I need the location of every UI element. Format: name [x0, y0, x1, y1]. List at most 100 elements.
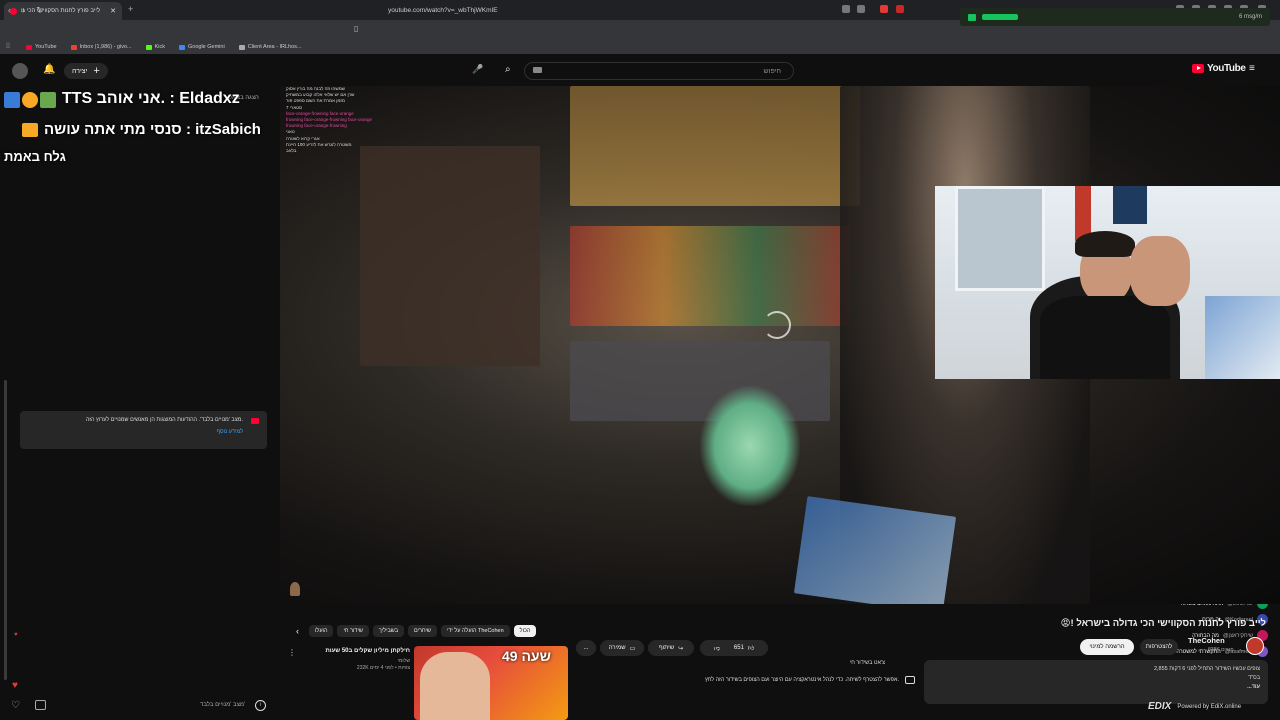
badge-row: [4, 92, 60, 108]
live-chat-panel: [0, 86, 280, 720]
related-video-title[interactable]: חילקתן מיליון שקלים ב50 שעות: [296, 648, 410, 654]
apps-grid-icon[interactable]: ⁞⁞: [6, 43, 10, 50]
chat-input-bar: ♡ מצב 'מנויים בלבד' i: [0, 694, 280, 720]
bed-sheet: [1205, 296, 1280, 379]
video-title: לייב פורץ לחנות הסקווישי הכי גדולה בישרא…: [1060, 618, 1266, 629]
notifications-bell-icon[interactable]: 🔔: [43, 64, 55, 75]
cast-icon[interactable]: [857, 5, 865, 13]
streamer-shirt: [1040, 296, 1170, 379]
loading-spinner-icon: [763, 311, 791, 339]
new-tab-icon[interactable]: +: [128, 4, 133, 14]
save-button[interactable]: שמירה ▭: [600, 640, 644, 656]
floating-heart-icon: ♥: [12, 680, 18, 691]
live-chat-notice: צ'אט בשידור חי אפשר להצטרף לשיחה. כדי לנ…: [580, 660, 915, 684]
info-icon[interactable]: i: [255, 700, 266, 711]
like-icon[interactable]: 👍︎: [748, 644, 754, 652]
highlight-message-2: סנסי מתי אתה עושה : itzSabich: [44, 121, 261, 138]
shelf-products: [570, 226, 850, 326]
related-video-thumbnail[interactable]: 49 שעה: [414, 646, 568, 720]
emote-icon: [40, 92, 56, 108]
extension-shield-icon[interactable]: [880, 5, 888, 13]
youtube-favicon-icon: [10, 7, 17, 15]
tab-close-icon[interactable]: ✕: [110, 7, 116, 15]
streamer-hair: [1075, 231, 1135, 257]
youtube-play-icon: [1192, 64, 1204, 73]
channel-name[interactable]: TheCohen: [1188, 636, 1225, 645]
more-actions-button[interactable]: ...: [576, 640, 596, 656]
youtube-logo[interactable]: YouTube: [1192, 63, 1246, 74]
chat-author[interactable]: @שיחקיראצן: [1223, 633, 1253, 639]
subscribers-only-notice: מצב 'מנויים בלבד'. ההודעות המוצגות הן מא…: [20, 411, 267, 449]
search-input[interactable]: חיפוש: [524, 62, 794, 80]
chat-scrollbar[interactable]: [4, 380, 7, 680]
left-shelf: [360, 146, 540, 366]
subscriber-count: 838K מנויים: [1208, 647, 1234, 653]
chip-uploaded[interactable]: הועלו: [309, 625, 334, 637]
chip-all[interactable]: הכול: [513, 625, 537, 637]
bookmark-star-icon[interactable]: ▯: [354, 24, 358, 33]
bookmark-gmail[interactable]: Inbox (1,986) - givo...: [70, 44, 132, 50]
back-icon[interactable]: ‹: [8, 5, 11, 15]
shelf-boxes: [570, 86, 860, 206]
translate-icon[interactable]: [842, 5, 850, 13]
small-heart-icon: ♥: [14, 632, 18, 638]
chip-by-channel[interactable]: הועלה על ידי TheCohen: [440, 625, 510, 637]
search-icon[interactable]: ⌕: [505, 64, 511, 75]
badge-icon: [4, 92, 20, 108]
chip-for-you[interactable]: בשביליך: [372, 625, 404, 637]
edix-watermark: EDIX Powered by EdiX.online: [1148, 701, 1242, 712]
tab-title: לייב פורץ לחנות הסקווישי הכי גו: [21, 8, 101, 14]
learn-more-link[interactable]: למידע נוסף: [28, 429, 243, 435]
overlay-avatar: [290, 582, 300, 596]
related-video-meta: שלומי 232K צפיות • לפני 4 ימים: [356, 658, 410, 671]
bookmarks-bar: ⁞⁞ YouTube Inbox (1,986) - givo... Kick …: [0, 40, 1280, 54]
chat-input-field[interactable]: מצב 'מנויים בלבד': [200, 702, 245, 708]
plus-icon: +: [93, 65, 100, 77]
extension-alert-icon[interactable]: [896, 5, 904, 13]
thumbnail-text: 49 שעה: [502, 648, 551, 664]
bookmark-client-area[interactable]: Client Area - IRLhos...: [238, 44, 302, 50]
highlight-message-1: TTS אני אוהב. : Eldadxz: [62, 90, 240, 107]
chip-live[interactable]: שידור חי: [337, 625, 369, 637]
forward-icon[interactable]: ›: [22, 5, 25, 15]
subscribe-button[interactable]: הרשמה למינוי: [1080, 639, 1134, 655]
chip-related[interactable]: שיחרים: [408, 625, 437, 637]
like-dislike-group: 👎︎ 651 👍︎: [700, 640, 768, 656]
share-button[interactable]: שיתוף ↪: [648, 640, 694, 656]
stream-overlay-bar: 6 msg/m: [960, 8, 1270, 26]
keyboard-icon[interactable]: [533, 67, 542, 73]
heart-icon[interactable]: ♡: [11, 700, 20, 711]
bookmark-icon: ▭: [629, 645, 636, 652]
rank-badge-icon: [22, 92, 38, 108]
stream-chat-overlay: שמשהו וזה לבנה מה בורץ אסוק שרן אם יש של…: [286, 86, 373, 154]
squishy-toy: [700, 386, 800, 506]
streamer-arm: [1130, 236, 1190, 306]
create-button[interactable]: יצירה +: [64, 63, 108, 79]
webcam-overlay: [935, 186, 1280, 379]
channel-avatar[interactable]: [1246, 637, 1264, 655]
dislike-icon[interactable]: 👎︎: [714, 644, 720, 652]
more-description-link[interactable]: ...עוד: [932, 684, 1260, 690]
bookmark-youtube[interactable]: YouTube: [26, 44, 57, 50]
join-button[interactable]: להצטרפות: [1140, 639, 1178, 655]
thumbnail-face: [420, 652, 490, 720]
url-field[interactable]: youtube.com/watch?v=_wbThjWKmIE: [370, 3, 910, 17]
activity-meter: [982, 14, 1018, 20]
voice-search-icon[interactable]: 🎤: [472, 64, 483, 75]
highlight-message-3: גלח באמת: [4, 149, 66, 164]
bookmark-kick[interactable]: Kick: [145, 44, 165, 50]
chat-bubble-icon: [905, 676, 915, 684]
crown-icon: [22, 123, 38, 137]
avatar[interactable]: [12, 63, 28, 79]
chips-prev-icon[interactable]: ‹: [296, 626, 299, 636]
menu-hamburger-icon[interactable]: ≡: [1249, 63, 1255, 74]
poster-blue: [1113, 186, 1147, 224]
description-box[interactable]: 2,855 צופים עכשיו השידור התחיל לפני 6 דק…: [924, 660, 1268, 704]
like-count: 651: [733, 645, 744, 651]
bookmark-gemini[interactable]: Google Gemini: [179, 44, 225, 50]
window-frame: [955, 186, 1045, 291]
related-more-icon[interactable]: ⋮: [288, 648, 296, 657]
reload-icon[interactable]: ↻: [36, 5, 44, 16]
gift-icon[interactable]: [35, 700, 46, 710]
related-filter-chips: ‹ הועלו שידור חי בשביליך שיחרים הועלה על…: [296, 625, 537, 637]
